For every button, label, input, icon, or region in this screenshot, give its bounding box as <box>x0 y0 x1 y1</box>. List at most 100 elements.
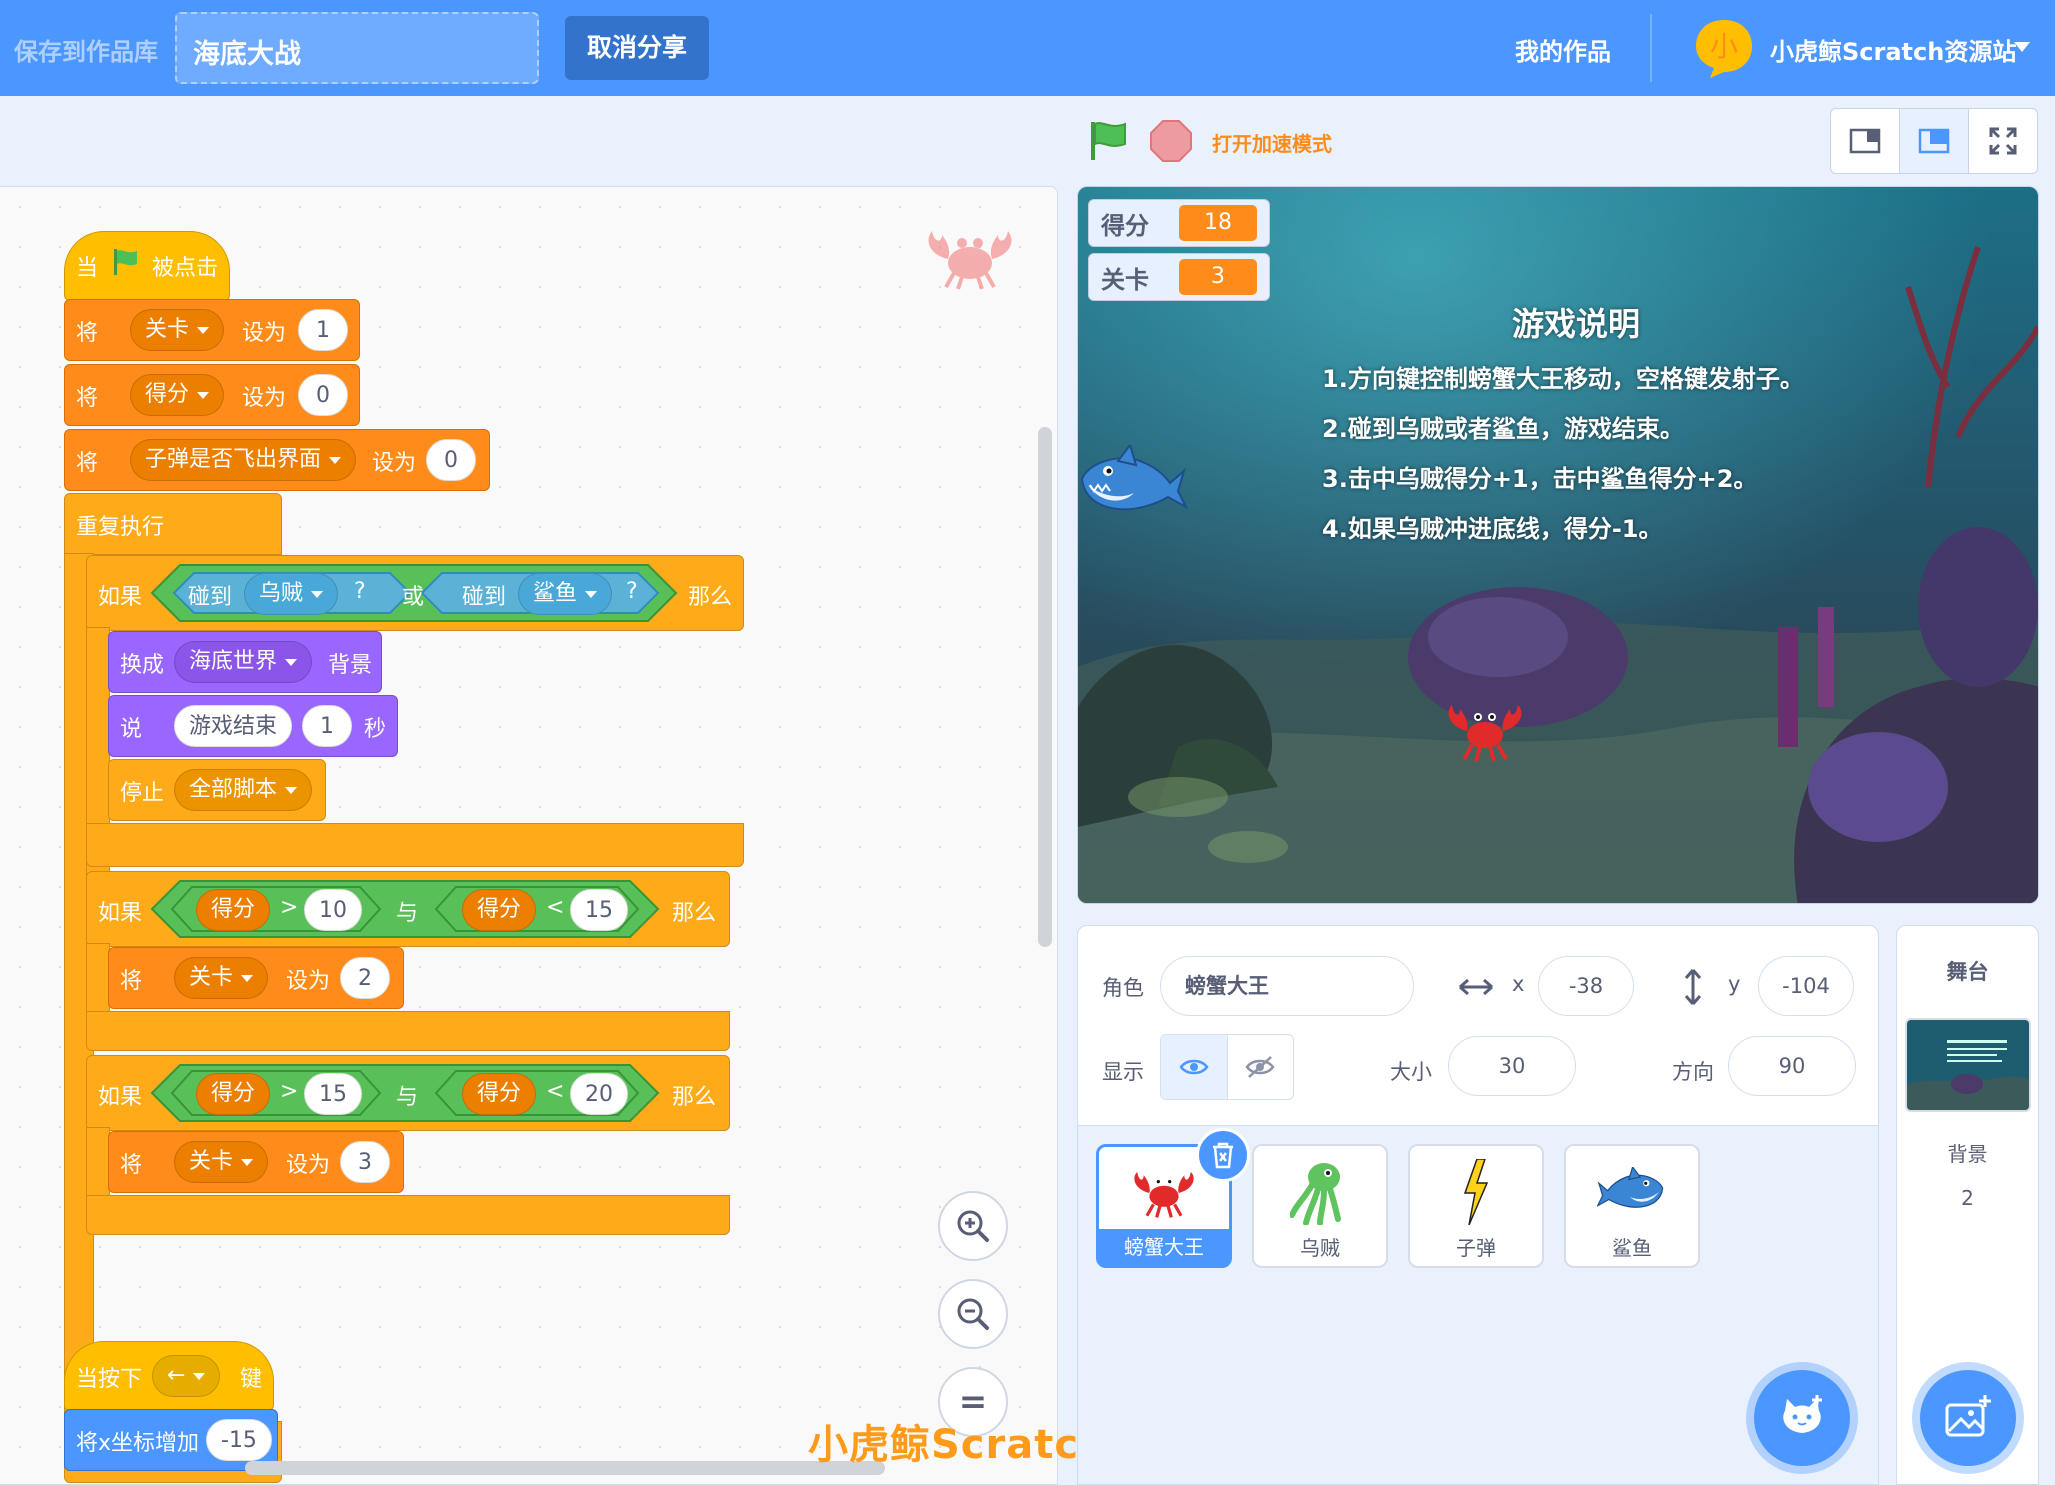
value-input[interactable]: 0 <box>298 374 348 416</box>
variable-dropdown[interactable]: 关卡 <box>130 309 225 351</box>
touching-target-dropdown[interactable]: 鲨鱼 <box>518 573 613 615</box>
turbo-mode-button[interactable]: 打开加速模式 <box>1212 128 1332 157</box>
vertical-arrows-icon <box>1684 969 1702 1005</box>
compare-value-input[interactable]: 10 <box>304 889 362 931</box>
backdrops-count: 2 <box>1961 1186 1974 1210</box>
value-input[interactable]: 0 <box>426 439 476 481</box>
menu-divider <box>1650 14 1652 82</box>
size-label: 大小 <box>1390 1060 1432 1084</box>
variable-name: 关卡 <box>189 965 234 990</box>
show-hidden-button[interactable] <box>1228 1035 1294 1099</box>
monitor-value: 18 <box>1179 205 1257 241</box>
seconds-input[interactable]: 1 <box>302 705 352 747</box>
score-monitor[interactable]: 得分 18 <box>1088 199 1270 247</box>
variable-dropdown[interactable]: 得分 <box>130 374 225 416</box>
compare-value-input[interactable]: 15 <box>570 889 628 931</box>
value-input[interactable]: 3 <box>340 1141 390 1183</box>
backdrop-dropdown[interactable]: 海底世界 <box>174 641 313 683</box>
variable-name: 关卡 <box>189 1149 234 1174</box>
score-reporter[interactable]: 得分 <box>462 889 537 931</box>
dropdown-arrow-icon <box>197 326 210 334</box>
question-label: ? <box>626 579 638 604</box>
size-input[interactable]: 30 <box>1448 1036 1576 1096</box>
zoom-out-icon <box>957 1298 989 1330</box>
unshare-button[interactable]: 取消分享 <box>565 16 709 80</box>
sprite-label: 角色 <box>1102 976 1144 1000</box>
variable-name: 得分 <box>145 382 190 407</box>
score-reporter[interactable]: 得分 <box>196 889 271 931</box>
fullscreen-button[interactable] <box>1969 109 2037 173</box>
trash-icon <box>1213 1142 1233 1169</box>
sprite-tile[interactable]: 乌贼 <box>1252 1144 1388 1268</box>
touching-target-dropdown[interactable]: 乌贼 <box>244 573 339 615</box>
instructions-title: 游戏说明 <box>1512 305 1641 343</box>
touching-label: 碰到 <box>188 585 233 610</box>
green-flag-icon[interactable] <box>1085 118 1131 164</box>
menu-bar: 保存到作品库 海底大战 取消分享 我的作品 小 小虎鲸Scratch资源站 <box>0 0 2055 96</box>
score-reporter[interactable]: 得分 <box>462 1073 537 1115</box>
lightning-icon <box>1410 1152 1542 1232</box>
small-stage-button[interactable] <box>1831 109 1900 173</box>
code-workspace[interactable]: 当 被点击 将 关卡 设为 1 将 得分 设为 0 将 子弹是否飞出界面 设为 … <box>0 186 1058 1485</box>
eye-icon <box>1179 1059 1209 1075</box>
add-sprite-button[interactable] <box>1754 1370 1850 1466</box>
score-reporter[interactable]: 得分 <box>196 1073 271 1115</box>
monitor-label: 关卡 <box>1101 265 1149 294</box>
set-label: 将 <box>76 386 99 411</box>
sprite-name: 乌贼 <box>259 581 304 606</box>
large-stage-button[interactable] <box>1900 109 1969 173</box>
sprite-tile-name: 螃蟹大王 <box>1099 1229 1229 1265</box>
backdrop-thumbnail[interactable] <box>1905 1018 2031 1112</box>
compare-value-input[interactable]: 20 <box>570 1073 628 1115</box>
sprite-tile[interactable]: 子弹 <box>1408 1144 1544 1268</box>
zoom-in-button[interactable] <box>938 1191 1008 1261</box>
stage[interactable]: 得分 18 关卡 3 游戏说明 1.方向键控制螃蟹大王移动，空格键发射子。 2.… <box>1077 186 2039 904</box>
to-label: 设为 <box>286 1153 331 1178</box>
stop-label: 停止 <box>120 781 165 806</box>
delete-sprite-button[interactable] <box>1196 1128 1250 1182</box>
project-title-input[interactable]: 海底大战 <box>175 12 539 84</box>
message-input[interactable]: 游戏结束 <box>174 705 293 747</box>
value-input[interactable]: 1 <box>298 309 348 351</box>
to-label: 设为 <box>242 386 287 411</box>
add-backdrop-button[interactable] <box>1920 1370 2016 1466</box>
key-dropdown[interactable]: ← <box>152 1355 221 1397</box>
stop-icon[interactable] <box>1148 118 1194 164</box>
stop-option-dropdown[interactable]: 全部脚本 <box>174 769 313 811</box>
y-label: y <box>1728 972 1741 996</box>
chevron-down-icon[interactable] <box>2014 42 2030 52</box>
vertical-scrollbar[interactable] <box>1038 427 1052 947</box>
value-input[interactable]: 2 <box>340 957 390 999</box>
sprite-info: 角色 螃蟹大王 x -38 y -104 显示 大小 30 方向 90 <box>1078 926 1878 1126</box>
shark-icon <box>1566 1152 1698 1232</box>
variable-name: 子弹是否飞出界面 <box>145 447 322 472</box>
horizontal-arrows-icon <box>1459 978 1493 996</box>
horizontal-scrollbar[interactable] <box>245 1461 885 1475</box>
if-foot <box>86 1011 730 1051</box>
dropdown-arrow-icon <box>311 590 324 598</box>
sprite-tile[interactable]: 鲨鱼 <box>1564 1144 1700 1268</box>
save-to-library-button[interactable]: 保存到作品库 <box>14 32 158 67</box>
instruction-line: 2.碰到乌贼或者鲨鱼，游戏结束。 <box>1322 415 1684 443</box>
variable-dropdown[interactable]: 关卡 <box>174 957 269 999</box>
if-foot <box>86 1195 730 1235</box>
greater-than-label: > <box>280 1079 299 1104</box>
sprite-name-input[interactable]: 螃蟹大王 <box>1160 956 1414 1016</box>
username-menu[interactable]: 小虎鲸Scratch资源站 <box>1770 32 2016 67</box>
y-input[interactable]: -104 <box>1758 956 1854 1016</box>
avatar[interactable]: 小 <box>1692 16 1756 80</box>
level-monitor[interactable]: 关卡 3 <box>1088 253 1270 301</box>
x-input[interactable]: -38 <box>1538 956 1634 1016</box>
direction-input[interactable]: 90 <box>1728 1036 1856 1096</box>
backdrop-name: 海底世界 <box>189 649 278 674</box>
variable-dropdown[interactable]: 关卡 <box>174 1141 269 1183</box>
backdrops-label: 背景 <box>1947 1142 1988 1166</box>
to-label: 设为 <box>286 969 331 994</box>
variable-dropdown[interactable]: 子弹是否飞出界面 <box>130 439 357 481</box>
change-x-input[interactable]: -15 <box>206 1419 272 1461</box>
zoom-out-button[interactable] <box>938 1279 1008 1349</box>
compare-value-input[interactable]: 15 <box>304 1073 362 1115</box>
show-visible-button[interactable] <box>1161 1035 1228 1099</box>
my-stuff-link[interactable]: 我的作品 <box>1515 32 1611 67</box>
if-label: 如果 <box>98 901 143 926</box>
